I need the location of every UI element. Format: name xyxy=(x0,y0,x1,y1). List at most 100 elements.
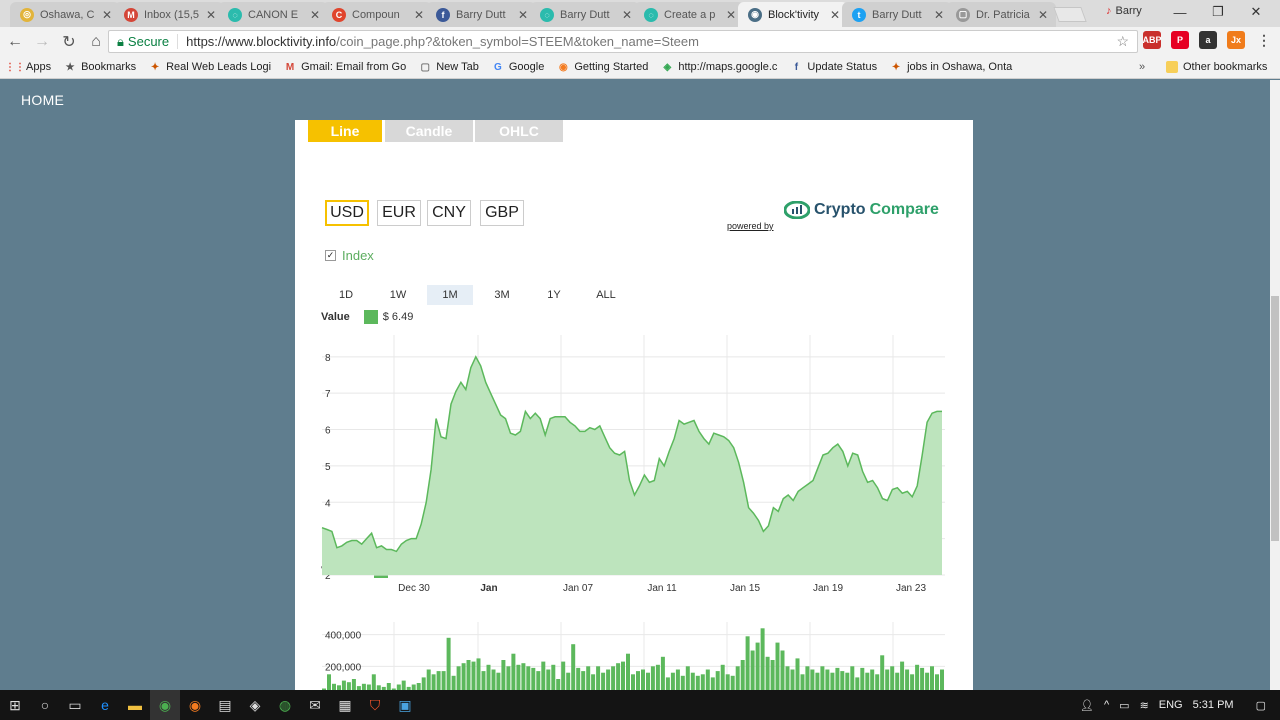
bookmarks-overflow-chevron[interactable]: » xyxy=(1139,61,1145,73)
cortana-icon[interactable]: ○ xyxy=(30,690,60,720)
bookmark-item[interactable]: f Update Status xyxy=(790,61,877,73)
bookmarks-bar: ⋮⋮ Apps ★ Bookmarks ✦ Real Web Leads Logi M Gma… xyxy=(0,56,1280,79)
tab-close-icon[interactable]: ✕ xyxy=(516,8,530,22)
menu-icon[interactable]: ⋮ xyxy=(1255,31,1273,49)
tab-close-icon[interactable]: ✕ xyxy=(724,8,738,22)
start-icon[interactable]: ⊞ xyxy=(0,690,30,720)
bookmark-item[interactable]: ✦ Real Web Leads Logi xyxy=(149,61,271,73)
tab-close-icon[interactable]: ✕ xyxy=(308,8,322,22)
bookmark-item[interactable]: ▢ New Tab xyxy=(419,61,479,73)
edge-icon[interactable]: e xyxy=(90,690,120,720)
other-bookmarks[interactable]: Other bookmarks xyxy=(1166,61,1267,73)
google-icon: G xyxy=(493,61,502,73)
chrome-icon[interactable]: ◉ xyxy=(150,690,180,720)
page-scrollbar[interactable] xyxy=(1270,80,1280,690)
battery-icon[interactable]: ▭ xyxy=(1119,699,1129,712)
browser-tab[interactable]: ◎ Oshawa, C ✕ xyxy=(10,2,120,27)
maps-icon: ◈ xyxy=(663,61,672,73)
jx-extension-icon[interactable]: Jx xyxy=(1227,31,1245,49)
volume-bar xyxy=(845,672,850,690)
bookmark-label: New Tab xyxy=(436,61,479,73)
tab-title: Oshawa, C xyxy=(40,8,95,21)
new-tab-button[interactable] xyxy=(1053,7,1087,22)
url-text[interactable]: https://www.blocktivity.info/coin_page.p… xyxy=(178,34,699,49)
xbox-icon[interactable]: ◍ xyxy=(270,690,300,720)
volume-bar xyxy=(616,663,621,690)
browser-tab[interactable]: ◌ Barry Dutt ✕ xyxy=(530,2,640,27)
browser-tab[interactable]: ▢ Dr. Patricia ✕ xyxy=(946,2,1056,27)
price-volume-chart[interactable]: 2345678Dec 30JanJan 07Jan 11Jan 15Jan 19… xyxy=(295,120,973,690)
volume-bar xyxy=(371,674,376,690)
browser-tab[interactable]: ◉ Block'tivity ✕ xyxy=(738,2,848,27)
tab-close-icon[interactable]: ✕ xyxy=(204,8,218,22)
bookmark-star-icon[interactable]: ☆ xyxy=(1116,33,1129,50)
app-icon[interactable]: ◈ xyxy=(240,690,270,720)
value-x-tick-label: Jan xyxy=(480,583,497,594)
close-window-button[interactable]: ✕ xyxy=(1236,0,1276,24)
volume-bar xyxy=(775,642,780,690)
mail-icon[interactable]: ✉ xyxy=(300,690,330,720)
volume-bar xyxy=(416,683,421,690)
restore-button[interactable]: ❐ xyxy=(1198,0,1238,24)
bookmark-item[interactable]: M Gmail: Email from Go xyxy=(284,61,406,73)
browser-tab[interactable]: f Barry Dutt ✕ xyxy=(426,2,536,27)
volume-bar xyxy=(491,669,496,690)
tab-close-icon[interactable]: ✕ xyxy=(932,8,946,22)
reload-button[interactable]: ↻ xyxy=(57,30,81,54)
screen-app-icon[interactable]: ▣ xyxy=(390,690,420,720)
people-icon[interactable]: 👤︎ xyxy=(1080,699,1094,712)
calculator-icon[interactable]: ▦ xyxy=(330,690,360,720)
secure-indicator[interactable]: 🔒︎ Secure xyxy=(109,34,179,49)
browser-tab[interactable]: M Inbox (15,5 ✕ xyxy=(114,2,224,27)
clock[interactable]: 5:31 PM xyxy=(1193,699,1234,711)
notifications-icon[interactable]: ▢ xyxy=(1256,699,1266,712)
bookmark-item[interactable]: ◉ Getting Started xyxy=(557,61,648,73)
scrollbar-thumb[interactable] xyxy=(1271,296,1279,541)
volume-bar xyxy=(655,664,660,690)
tray-chevron-icon[interactable]: ^ xyxy=(1104,699,1109,711)
amazon-extension-icon[interactable]: a xyxy=(1199,31,1217,49)
bookmark-item[interactable]: ★ Bookmarks xyxy=(64,61,137,73)
volume-bar xyxy=(850,666,855,690)
browser-tab[interactable]: ◌ Create a p ✕ xyxy=(634,2,744,27)
brave-icon[interactable]: ⛉ xyxy=(360,690,390,720)
browser-tab[interactable]: t Barry Dutt ✕ xyxy=(842,2,952,27)
bookmark-item[interactable]: ⋮⋮ Apps xyxy=(5,61,51,73)
volume-bar xyxy=(880,655,885,690)
minimize-button[interactable]: — xyxy=(1160,0,1200,24)
star-icon: ★ xyxy=(65,61,75,73)
language-indicator[interactable]: ENG xyxy=(1159,699,1183,711)
firefox-icon: ◉ xyxy=(558,61,568,73)
address-bar[interactable]: 🔒︎ Secure https://www.blocktivity.info/c… xyxy=(108,30,1138,53)
volume-bar xyxy=(785,666,790,690)
adblock-extension-icon[interactable]: ABP xyxy=(1143,31,1162,49)
browser-tab[interactable]: ◌ CANON E ✕ xyxy=(218,2,328,27)
firefox-icon[interactable]: ◉ xyxy=(180,690,210,720)
tab-close-icon[interactable]: ✕ xyxy=(828,8,842,22)
bookmark-item[interactable]: ✦ jobs in Oshawa, Onta xyxy=(890,61,1012,73)
tab-close-icon[interactable]: ✕ xyxy=(100,8,114,22)
tab-close-icon[interactable]: ✕ xyxy=(1036,8,1050,22)
volume-bar xyxy=(835,667,840,690)
file-explorer-icon[interactable]: ▬ xyxy=(120,690,150,720)
back-button[interactable]: ← xyxy=(3,30,27,54)
forward-button[interactable]: → xyxy=(30,30,54,54)
tab-close-icon[interactable]: ✕ xyxy=(412,8,426,22)
task-view-icon[interactable]: ▭ xyxy=(60,690,90,720)
tab-close-icon[interactable]: ✕ xyxy=(620,8,634,22)
profile-button[interactable]: ♪ Barry xyxy=(1106,5,1142,17)
volume-bar xyxy=(591,674,596,690)
notepad-icon[interactable]: ▤ xyxy=(210,690,240,720)
volume-bar xyxy=(536,671,541,690)
browser-tab[interactable]: C Compoun ✕ xyxy=(322,2,432,27)
tab-favicon-icon: ◌ xyxy=(644,7,658,22)
volume-bar xyxy=(501,660,506,690)
bookmark-item[interactable]: G Google xyxy=(492,61,544,73)
home-button[interactable]: ⌂ xyxy=(84,30,108,54)
wifi-icon[interactable]: ≋ xyxy=(1140,699,1149,712)
pinterest-extension-icon[interactable]: P xyxy=(1171,31,1189,49)
value-y-tick-label: 5 xyxy=(325,462,331,473)
volume-bar xyxy=(386,683,391,690)
home-link[interactable]: HOME xyxy=(21,92,64,108)
bookmark-item[interactable]: ◈ http://maps.google.c xyxy=(661,61,777,73)
